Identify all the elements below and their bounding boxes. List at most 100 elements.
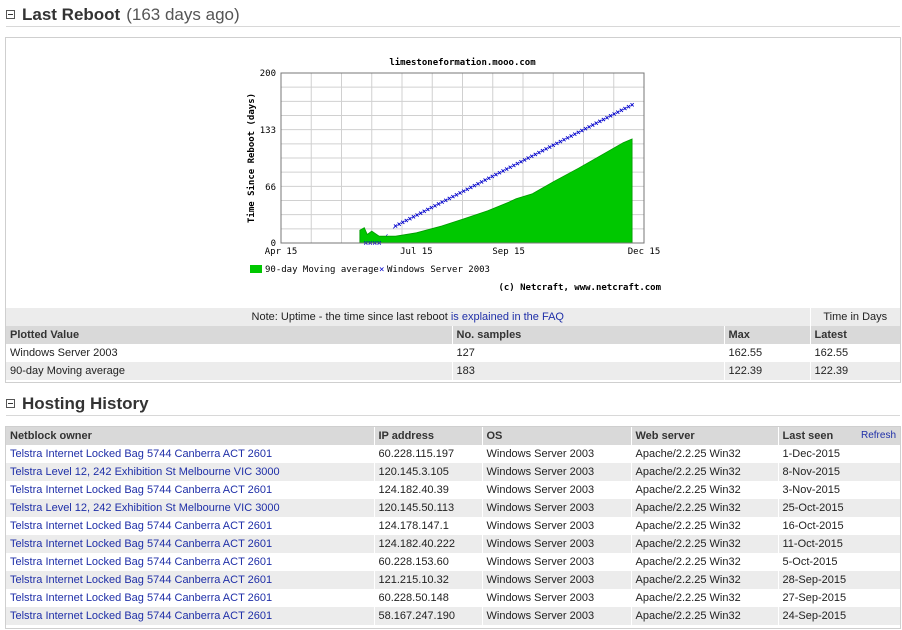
refresh-link[interactable]: Refresh	[861, 430, 896, 441]
table-cell: 25-Oct-2015	[777, 499, 900, 517]
table-cell: 90-day Moving average	[6, 362, 452, 380]
table-cell: Apache/2.2.25 Win32	[630, 481, 778, 499]
section-subtitle: (163 days ago)	[126, 4, 240, 24]
netblock-owner-cell: Telstra Internet Locked Bag 5744 Canberr…	[6, 481, 374, 499]
netblock-owner-link[interactable]: Telstra Internet Locked Bag 5744 Canberr…	[10, 610, 272, 622]
table-cell: Windows Server 2003	[481, 481, 631, 499]
legend-marker-icon: ×	[379, 265, 384, 275]
faq-link[interactable]: is explained in the FAQ	[451, 311, 564, 323]
y-tick-label: 200	[260, 69, 276, 79]
netblock-owner-link[interactable]: Telstra Level 12, 242 Exhibition St Melb…	[10, 502, 280, 514]
column-header: Max	[723, 326, 810, 344]
uptime-stats: Note: Uptime - the time since last reboo…	[6, 308, 900, 380]
table-row: Telstra Level 12, 242 Exhibition St Melb…	[6, 499, 900, 517]
table-cell: 120.145.3.105	[373, 463, 482, 481]
table-cell: 121.215.10.32	[373, 571, 482, 589]
table-cell: Apache/2.2.25 Win32	[630, 553, 778, 571]
table-cell: 162.55	[809, 344, 900, 362]
legend-label: 90-day Moving average	[265, 265, 379, 275]
table-cell: 60.228.153.60	[373, 553, 482, 571]
x-tick-label: Sep 15	[492, 247, 525, 257]
table-cell: 3-Nov-2015	[777, 481, 900, 499]
table-cell: 120.145.50.113	[373, 499, 482, 517]
table-row: Telstra Level 12, 242 Exhibition St Melb…	[6, 463, 900, 481]
table-cell: 8-Nov-2015	[777, 463, 900, 481]
table-cell: 24-Sep-2015	[777, 607, 900, 625]
table-cell: Windows Server 2003	[481, 517, 631, 535]
x-tick-label: Jul 15	[400, 247, 433, 257]
time-in-days-label: Time in Days	[809, 308, 900, 326]
table-row: 90-day Moving average 183 122.39 122.39	[6, 362, 900, 380]
table-cell: 124.182.40.39	[373, 481, 482, 499]
netblock-owner-link[interactable]: Telstra Internet Locked Bag 5744 Canberr…	[10, 538, 272, 550]
netblock-owner-cell: Telstra Internet Locked Bag 5744 Canberr…	[6, 445, 374, 463]
uptime-stats-table: Note: Uptime - the time since last reboo…	[6, 308, 900, 380]
table-cell: Windows Server 2003	[6, 344, 452, 362]
column-header: No. samples	[451, 326, 724, 344]
netblock-owner-cell: Telstra Internet Locked Bag 5744 Canberr…	[6, 571, 374, 589]
table-row: Telstra Internet Locked Bag 5744 Canberr…	[6, 517, 900, 535]
x-tick-label: Apr 15	[265, 247, 298, 257]
table-row: Telstra Internet Locked Bag 5744 Canberr…	[6, 445, 900, 463]
chart-copyright: (c) Netcraft, www.netcraft.com	[498, 283, 661, 293]
table-cell: 122.39	[809, 362, 900, 380]
column-header: Web server	[630, 427, 778, 445]
table-cell: 16-Oct-2015	[777, 517, 900, 535]
column-header: Latest	[809, 326, 900, 344]
collapse-icon[interactable]	[6, 399, 15, 408]
hosting-history-table: Netblock owner IP address OS Web server Last…	[6, 427, 900, 625]
table-row: Telstra Internet Locked Bag 5744 Canberr…	[6, 589, 900, 607]
table-row: Windows Server 2003 127 162.55 162.55	[6, 344, 900, 362]
table-cell: Apache/2.2.25 Win32	[630, 499, 778, 517]
netblock-owner-link[interactable]: Telstra Internet Locked Bag 5744 Canberr…	[10, 448, 272, 460]
netblock-owner-link[interactable]: Telstra Internet Locked Bag 5744 Canberr…	[10, 484, 272, 496]
table-row: Telstra Internet Locked Bag 5744 Canberr…	[6, 481, 900, 499]
netblock-owner-link[interactable]: Telstra Internet Locked Bag 5744 Canberr…	[10, 592, 272, 604]
netblock-owner-link[interactable]: Telstra Internet Locked Bag 5744 Canberr…	[10, 556, 272, 568]
table-row: Telstra Internet Locked Bag 5744 Canberr…	[6, 535, 900, 553]
table-cell: Windows Server 2003	[481, 571, 631, 589]
netblock-owner-link[interactable]: Telstra Internet Locked Bag 5744 Canberr…	[10, 574, 272, 586]
table-cell: 11-Oct-2015	[777, 535, 900, 553]
section-title: Last Reboot	[22, 4, 121, 24]
collapse-icon[interactable]	[6, 10, 15, 19]
section-title: Hosting History	[22, 393, 149, 413]
table-cell: Windows Server 2003	[481, 499, 631, 517]
table-cell: 60.228.115.197	[373, 445, 482, 463]
note-cell: Note: Uptime - the time since last reboo…	[6, 308, 810, 326]
table-cell: Windows Server 2003	[481, 607, 631, 625]
table-cell: Apache/2.2.25 Win32	[630, 463, 778, 481]
table-cell: Apache/2.2.25 Win32	[630, 589, 778, 607]
table-cell: 162.55	[723, 344, 810, 362]
netblock-owner-cell: Telstra Internet Locked Bag 5744 Canberr…	[6, 517, 374, 535]
uptime-chart: limestoneformation.mooo.com Time Since Re…	[246, 57, 662, 293]
table-cell: Windows Server 2003	[481, 553, 631, 571]
hosting-history-header: Hosting History	[6, 392, 900, 416]
legend-label: Windows Server 2003	[387, 265, 490, 275]
x-tick-label: Dec 15	[628, 247, 661, 257]
column-header: Netblock owner	[6, 427, 374, 445]
column-header: Plotted Value	[6, 326, 452, 344]
netblock-owner-cell: Telstra Internet Locked Bag 5744 Canberr…	[6, 553, 374, 571]
table-row: Telstra Internet Locked Bag 5744 Canberr…	[6, 607, 900, 625]
chart-title: limestoneformation.mooo.com	[389, 57, 536, 68]
column-header: Last seen Refresh	[777, 427, 900, 445]
last-reboot-panel: limestoneformation.mooo.com Time Since Re…	[5, 37, 901, 383]
netblock-owner-link[interactable]: Telstra Level 12, 242 Exhibition St Melb…	[10, 466, 280, 478]
hosting-history-panel: Netblock owner IP address OS Web server Last…	[5, 426, 901, 629]
y-tick-label: 66	[265, 183, 276, 193]
table-cell: Windows Server 2003	[481, 535, 631, 553]
table-cell: 28-Sep-2015	[777, 571, 900, 589]
table-cell: Apache/2.2.25 Win32	[630, 607, 778, 625]
table-cell: Windows Server 2003	[481, 445, 631, 463]
legend-swatch-90-day-moving-average	[250, 265, 262, 273]
table-cell: 122.39	[723, 362, 810, 380]
y-tick-label: 133	[260, 126, 276, 136]
note-text: Note: Uptime - the time since last reboo…	[251, 311, 448, 323]
table-cell: 127	[451, 344, 724, 362]
table-cell: Windows Server 2003	[481, 589, 631, 607]
table-cell: 5-Oct-2015	[777, 553, 900, 571]
netblock-owner-cell: Telstra Level 12, 242 Exhibition St Melb…	[6, 499, 374, 517]
note-row: Note: Uptime - the time since last reboo…	[6, 308, 900, 326]
netblock-owner-link[interactable]: Telstra Internet Locked Bag 5744 Canberr…	[10, 520, 272, 532]
